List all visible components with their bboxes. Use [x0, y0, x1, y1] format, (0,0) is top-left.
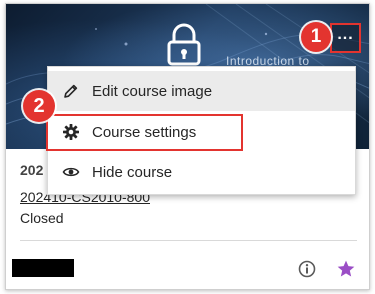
info-icon[interactable] [298, 260, 316, 278]
menu-item-hide-course[interactable]: Hide course [48, 152, 355, 192]
menu-item-label: Course settings [92, 123, 197, 141]
pencil-icon [62, 82, 80, 100]
more-options-button[interactable]: ... [330, 23, 361, 53]
card-divider [20, 240, 357, 241]
course-card: Introduction to ... 1 202 202410-CS2010-… [5, 3, 370, 290]
course-status: Closed [20, 210, 64, 226]
course-term: 202 [20, 162, 44, 178]
step-2-callout-badge: 2 [23, 90, 55, 122]
more-options-icon: ... [337, 26, 354, 43]
menu-item-edit-course-image[interactable]: Edit course image [48, 71, 355, 111]
menu-item-course-settings[interactable]: Course settings [48, 112, 355, 152]
menu-item-label: Hide course [92, 163, 173, 181]
course-options-menu: Edit course image Course settings Hide c… [47, 66, 356, 195]
padlock-icon [167, 23, 201, 66]
redacted-instructor [12, 259, 74, 277]
eye-icon [62, 163, 80, 181]
step-1-callout-badge: 1 [301, 22, 331, 52]
gear-icon [62, 123, 80, 141]
menu-item-label: Edit course image [92, 82, 213, 100]
favorite-star-icon[interactable] [336, 259, 356, 279]
